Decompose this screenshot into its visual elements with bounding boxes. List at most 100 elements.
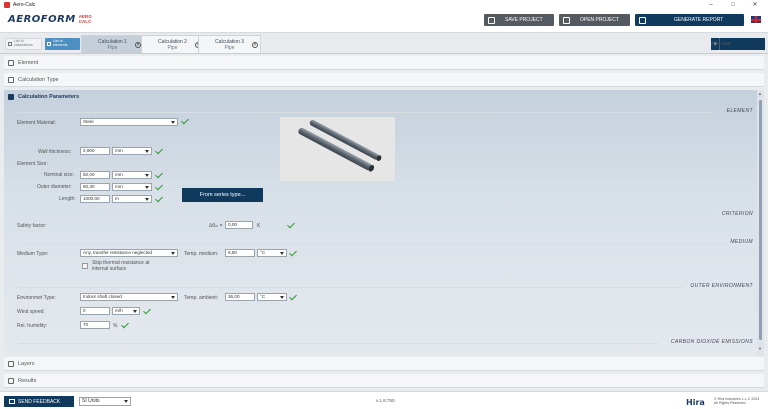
group-outer-environment-title: OUTER ENVIRONMENT [690, 283, 753, 289]
scroll-up-icon[interactable]: ▲ [758, 91, 762, 96]
environment-type-select[interactable]: Indoor shaft closed [80, 293, 178, 301]
save-project-button[interactable]: SAVE PROJECT [484, 14, 554, 26]
group-criterion-title: CRITERION [721, 211, 753, 217]
chevron-down-icon [133, 310, 137, 313]
hira-logo: Hira [686, 398, 705, 407]
list-of-calculations-button[interactable]: List of calculations [5, 38, 42, 50]
calculation-tabs: List of calculations List of elements Calc… [0, 33, 768, 54]
checkmark-icon [155, 147, 163, 155]
chevron-down-icon [171, 121, 175, 124]
divider [18, 287, 683, 288]
tab-calculation-2[interactable]: Calculation 2 Pipe × [141, 35, 204, 53]
group-medium-title: MEDIUM [730, 239, 753, 245]
app-header: AEROFORM AERO CALC SAVE PROJECT OPEN PROJ… [0, 9, 768, 33]
divider [18, 215, 713, 216]
checkmark-icon [143, 307, 151, 315]
language-flag-icon[interactable] [751, 16, 761, 23]
length-input[interactable]: 1000,00 [80, 195, 110, 203]
open-project-button[interactable]: OPEN PROJECT [559, 14, 630, 26]
relative-humidity-input[interactable]: 70 [80, 321, 110, 329]
close-tab-icon[interactable]: × [252, 42, 258, 48]
tab-calculation-1[interactable]: Calculation 1 Pipe × [81, 35, 144, 53]
folder-icon [563, 16, 570, 24]
version-label: v.1.8.750 [376, 398, 395, 403]
window-title: Aero-Calc [13, 1, 36, 8]
outer-diameter-input[interactable]: 60,30 [80, 183, 110, 191]
temp-medium-unit-select[interactable]: °C [257, 249, 287, 257]
medium-type-select[interactable]: Any, transfer resistance neglected [80, 249, 178, 257]
nominal-size-unit-select[interactable]: mm [112, 171, 152, 179]
temp-ambient-label: Temp. ambient: [184, 295, 219, 301]
chevron-down-icon [145, 174, 149, 177]
calculation-type-icon [8, 76, 14, 83]
temp-medium-input[interactable]: 5,50 [225, 249, 255, 257]
generate-report-button[interactable]: GENERATE REPORT [635, 14, 744, 26]
element-size-label: Element Size: [17, 161, 48, 167]
calculation-parameters-panel: Calculation Parameters ELEMENT Element M… [4, 90, 764, 356]
skip-thermal-resistance-checkbox[interactable] [82, 263, 88, 269]
scrollbar-thumb[interactable] [759, 100, 762, 340]
checkmark-icon [155, 171, 163, 179]
chevron-down-icon [280, 296, 284, 299]
element-material-select[interactable]: Steel [80, 118, 178, 126]
nominal-size-label: Nominal size: [44, 172, 75, 178]
checkmark-icon [121, 321, 129, 329]
results-icon [8, 377, 14, 384]
chevron-down-icon [171, 296, 175, 299]
medium-type-label: Medium Type: [17, 251, 49, 257]
element-material-label: Element Material: [17, 120, 56, 126]
temp-ambient-unit-select[interactable]: °C [257, 293, 287, 301]
list-icon [8, 42, 12, 46]
chevron-down-icon [145, 150, 149, 153]
mail-icon [9, 399, 15, 404]
delta-theta-input[interactable]: 0,00 [225, 221, 253, 229]
aeroform-logo: AEROFORM AERO CALC [8, 13, 92, 25]
vertical-scrollbar[interactable]: ▲ ▼ [757, 90, 764, 356]
nominal-size-input[interactable]: 50,00 [80, 171, 110, 179]
send-feedback-button[interactable]: SEND FEEDBACK [4, 396, 74, 407]
wall-thickness-unit-select[interactable]: mm [112, 147, 152, 155]
checkmark-icon [155, 183, 163, 191]
close-icon[interactable]: ✕ [744, 0, 766, 9]
outer-diameter-unit-select[interactable]: mm [112, 183, 152, 191]
chevron-down-icon [145, 186, 149, 189]
layers-icon [8, 360, 14, 367]
chevron-down-icon [171, 252, 175, 255]
delta-theta-label: Δθₘ = [209, 223, 223, 229]
list-icon [47, 42, 51, 46]
parameters-icon [8, 94, 14, 100]
relative-humidity-unit: % [113, 323, 118, 329]
checkmark-icon [155, 195, 163, 203]
checkmark-icon [181, 117, 189, 125]
units-select[interactable]: SI Units [79, 397, 131, 406]
outer-diameter-label: Outer diameter: [37, 184, 72, 190]
skip-thermal-resistance-label: Skip thermal resistance at internal surfa… [92, 260, 150, 272]
maximize-icon[interactable]: □ [722, 0, 744, 9]
add-new-button[interactable]: + Add new [711, 38, 765, 50]
chevron-down-icon [280, 252, 284, 255]
section-element[interactable]: Element [4, 56, 764, 70]
section-calculation-parameters[interactable]: Calculation Parameters [4, 90, 757, 104]
from-series-type-button[interactable]: From series type... [182, 188, 263, 202]
wall-thickness-input[interactable]: 2,900 [80, 147, 110, 155]
safety-factor-label: Safety factor: [17, 223, 47, 229]
delta-theta-unit: K [257, 223, 261, 229]
wall-thickness-label: Wall thickness: [38, 149, 72, 155]
section-calculation-type[interactable]: Calculation Type [4, 73, 764, 87]
tab-calculation-3[interactable]: Calculation 3 Pipe × [198, 35, 261, 53]
minimize-icon[interactable]: – [700, 0, 722, 9]
section-layers[interactable]: Layers [4, 357, 764, 371]
wind-speed-unit-select[interactable]: m/h [112, 307, 140, 315]
environment-type-label: Environmet Type: [17, 295, 56, 301]
report-icon [639, 16, 646, 24]
scroll-down-icon[interactable]: ▼ [758, 346, 762, 351]
length-unit-select[interactable]: m [112, 195, 152, 203]
temp-ambient-input[interactable]: 36,00 [225, 293, 255, 301]
temp-medium-label: Temp. medium: [184, 251, 219, 257]
list-of-elements-button[interactable]: List of elements [45, 38, 80, 50]
section-results[interactable]: Results [4, 374, 764, 388]
divider [18, 243, 728, 244]
app-footer: SEND FEEDBACK SI Units v.1.8.750 Hira © … [0, 391, 768, 409]
element-icon [8, 59, 14, 66]
wind-speed-input[interactable]: 0 [80, 307, 110, 315]
